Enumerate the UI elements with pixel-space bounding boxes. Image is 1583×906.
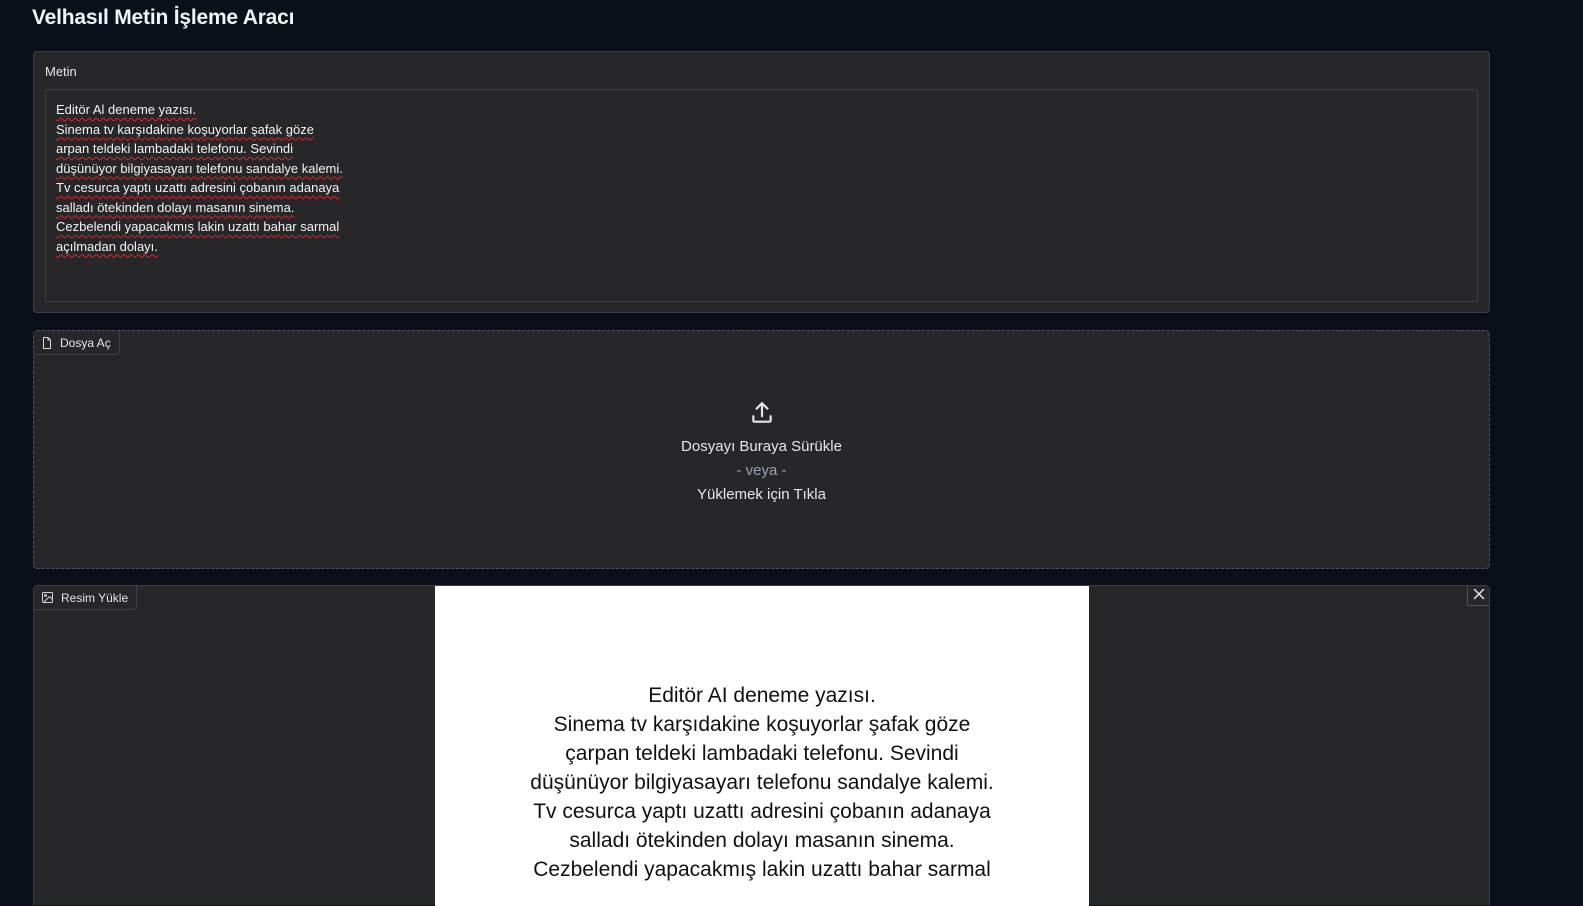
file-upload-panel: Dosyayı Buraya Sürükle - veya - Yüklemek… [33, 330, 1490, 569]
text-line: salladı ötekinden dolayı masanın sinema. [56, 199, 295, 215]
image-upload-label-text: Resim Yükle [61, 590, 129, 605]
text-line: düşünüyor bilgiyasayarı telefonu sandaly… [56, 160, 343, 176]
file-drop-zone[interactable]: Dosyayı Buraya Sürükle - veya - Yüklemek… [34, 331, 1489, 568]
image-icon [42, 592, 53, 603]
upload-icon [749, 400, 775, 431]
preview-line: düşünüyor bilgiyasayarı telefonu sandaly… [530, 771, 994, 794]
image-upload-label: Resim Yükle [34, 586, 138, 610]
preview-line: çarpan teldeki lambadaki telefonu. Sevin… [565, 742, 959, 765]
file-upload-label: Dosya Aç [34, 331, 120, 355]
drop-text: Dosyayı Buraya Sürükle [681, 438, 842, 455]
text-line: açılmadan dolayı. [56, 238, 158, 254]
text-line: Editör Al deneme yazısı. [56, 102, 197, 117]
text-input[interactable]: Editör Al deneme yazısı. Sinema tv karşı… [45, 89, 1478, 302]
close-icon [1473, 587, 1485, 605]
preview-line: Tv cesurca yaptı uzattı adresini çobanın… [533, 800, 991, 823]
text-panel: Metin Editör Al deneme yazısı. Sinema tv… [33, 51, 1490, 313]
text-line: Tv cesurca yaptı uzattı adresini çobanın… [56, 180, 340, 195]
or-text: - veya - [736, 462, 787, 479]
preview-line: Cezbelendi yapacakmış lakin uzattı bahar… [533, 858, 991, 881]
clear-image-button[interactable] [1467, 586, 1489, 606]
preview-line: Sinema tv karşıdakine koşuyorlar şafak g… [553, 713, 971, 736]
image-upload-panel: Editör AI deneme yazısı. Sinema tv karşı… [33, 585, 1490, 906]
file-icon [42, 336, 52, 349]
text-line: Cezbelendi yapacakmış lakin uzattı bahar… [56, 219, 340, 234]
preview-line: salladı ötekinden dolayı masanın sinema. [569, 829, 955, 852]
file-upload-label-text: Dosya Aç [60, 335, 111, 350]
page-title: Velhasıl Metin İşleme Aracı [32, 6, 295, 29]
text-label: Metin [45, 64, 77, 79]
click-to-upload-text: Yüklemek için Tıkla [697, 486, 826, 503]
text-line: Sinema tv karşıdakine koşuyorlar şafak g… [56, 121, 314, 137]
text-line: arpan teldeki lambadaki telefonu. Sevind… [56, 141, 294, 156]
image-preview: Editör AI deneme yazısı. Sinema tv karşı… [435, 586, 1089, 906]
preview-line: Editör AI deneme yazısı. [648, 684, 876, 707]
